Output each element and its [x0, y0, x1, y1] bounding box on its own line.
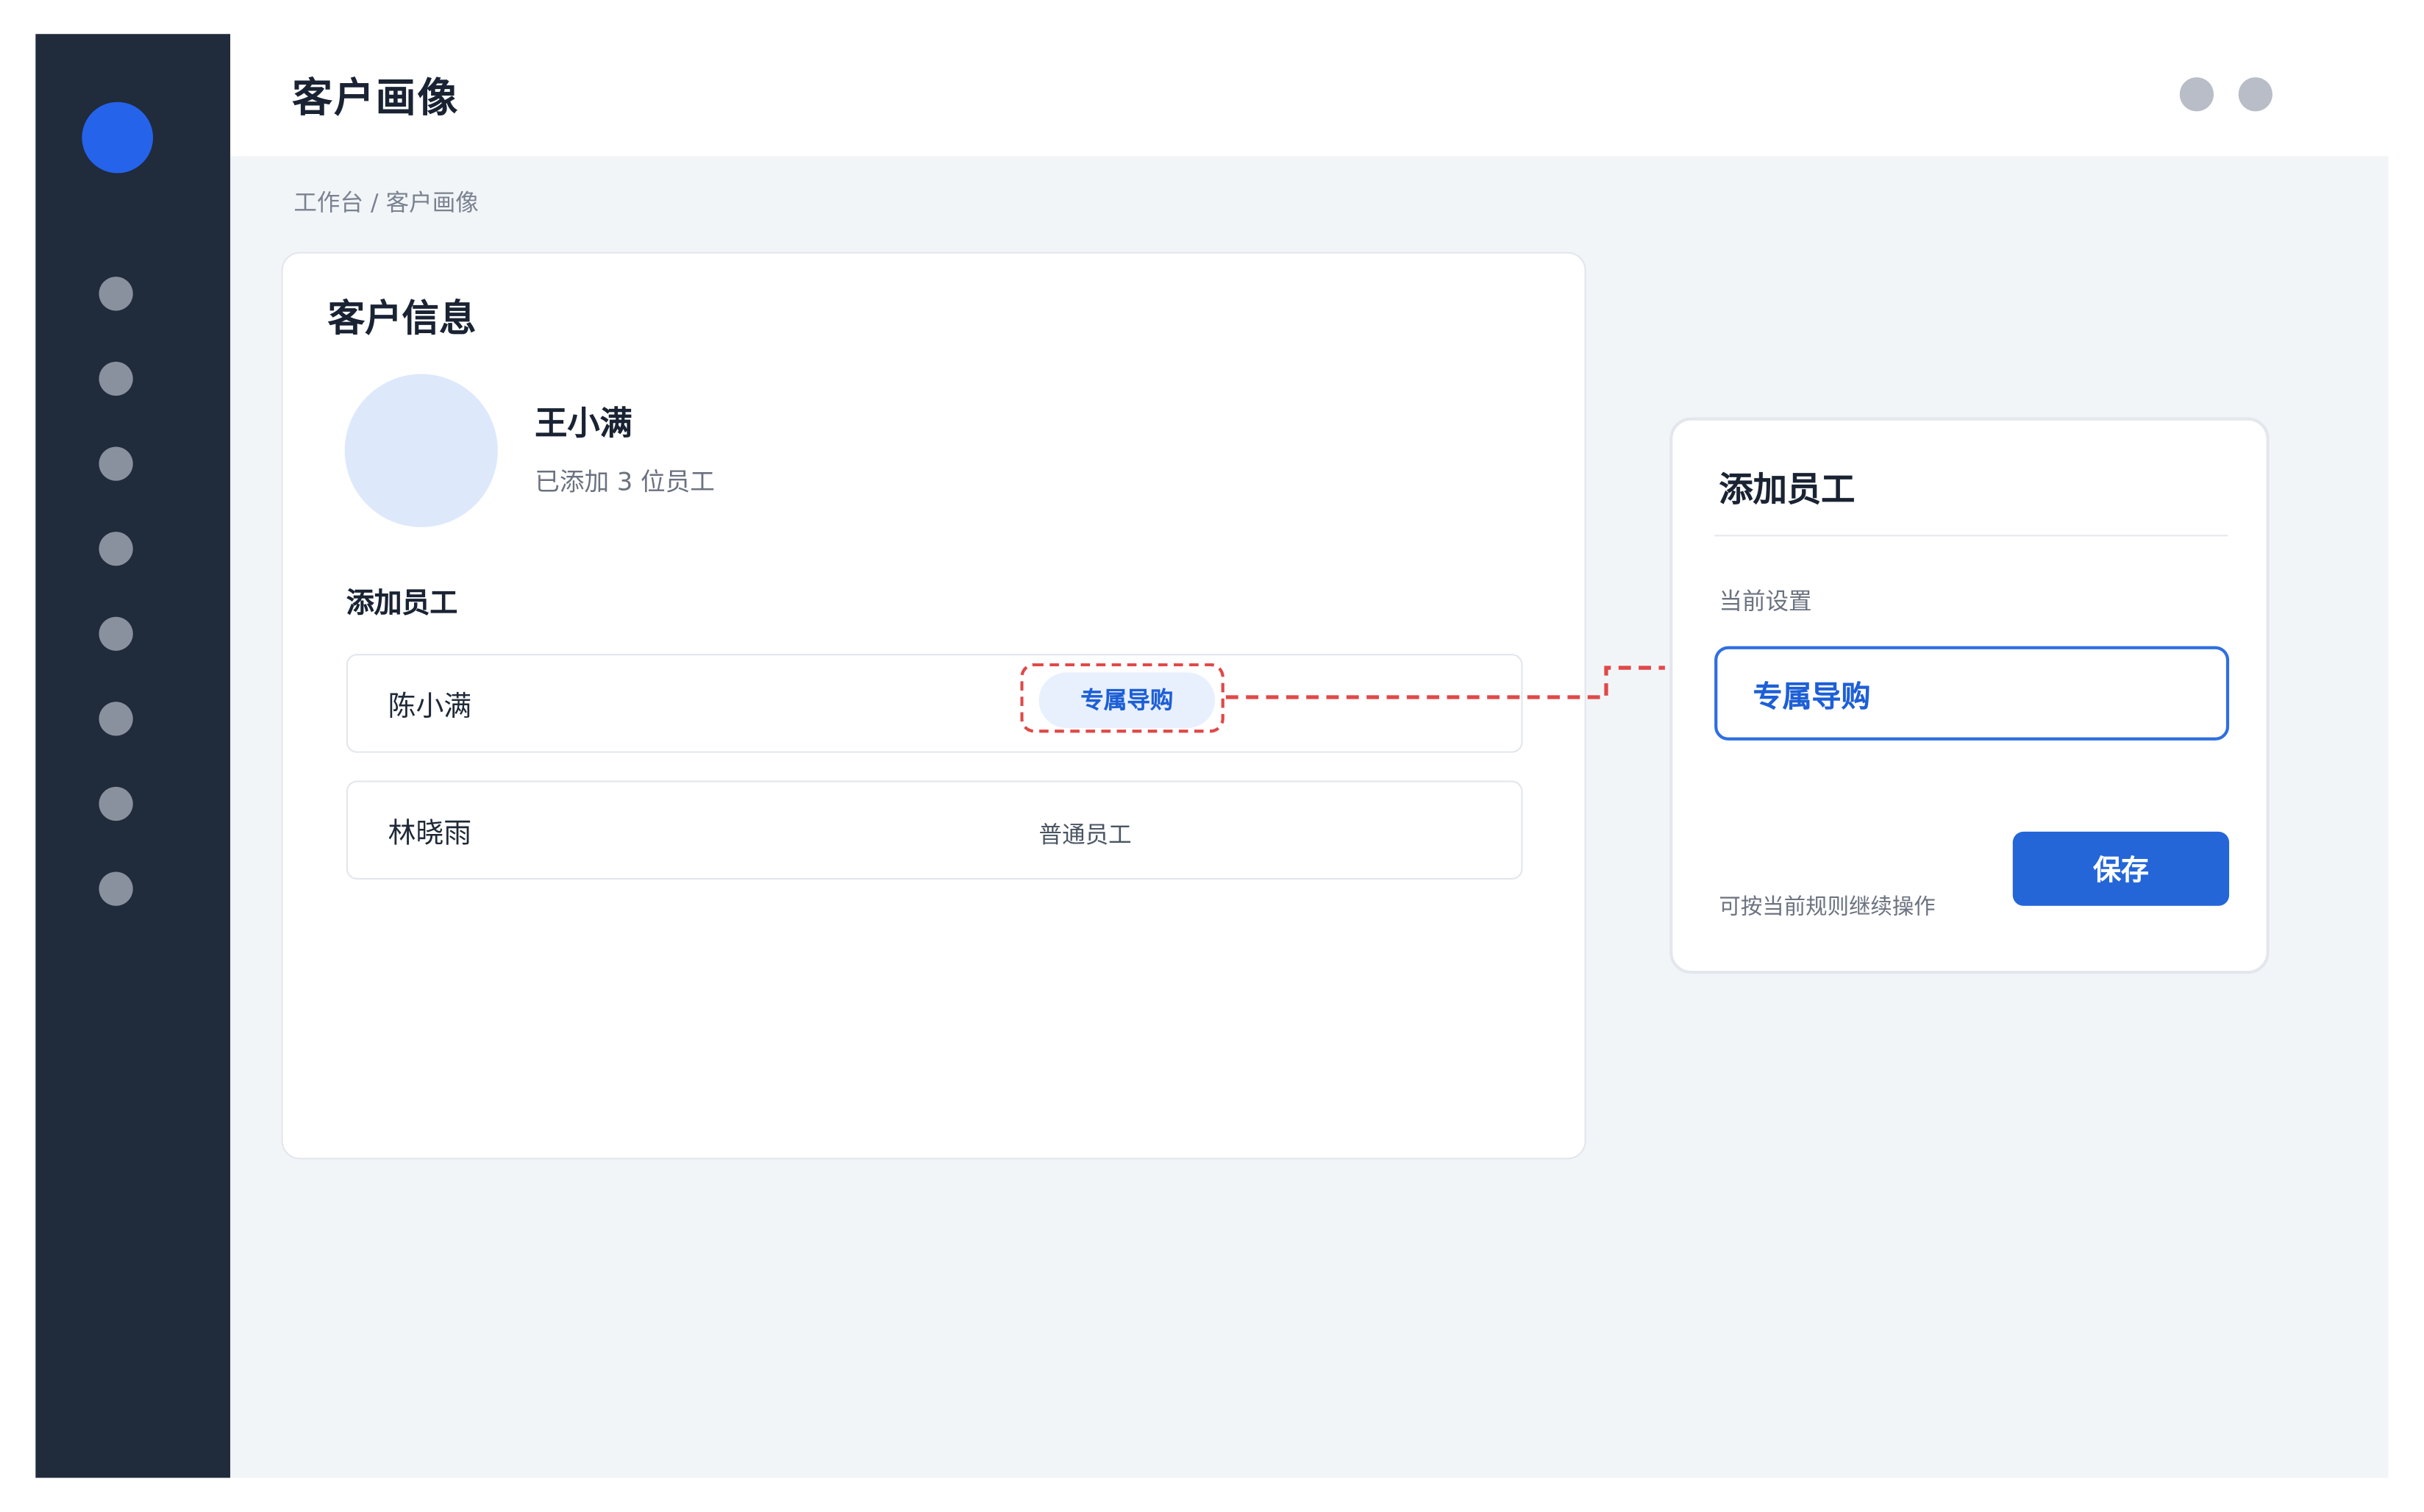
customer-employee-count: 已添加 3 位员工	[535, 466, 715, 496]
role-select-value: 专属导购	[1753, 680, 1871, 715]
add-employee-panel: 添加员工 当前设置 专属导购 可按当前规则继续操作 保存	[1669, 417, 2270, 974]
save-button[interactable]: 保存	[2012, 831, 2230, 906]
customer-info-card: 客户信息 王小满 已添加 3 位员工 添加员工 陈小满 专属导购 林晓雨 普通员…	[281, 252, 1586, 1160]
customer-name: 王小满	[535, 404, 632, 443]
section-title-add-employee: 添加员工	[346, 587, 458, 620]
sidebar-nav-icon-7[interactable]	[99, 786, 133, 821]
sidebar-nav-icon-2[interactable]	[99, 361, 133, 396]
customer-avatar	[344, 374, 498, 527]
card-title: 客户信息	[327, 296, 477, 340]
app-window: 客户画像 工作台 / 客户画像 客户信息 王小满 已添加 3 位员工 添加员工 …	[0, 0, 2424, 1512]
employee-name: 林晓雨	[388, 817, 472, 851]
role-select-field[interactable]: 专属导购	[1714, 646, 2230, 741]
sidebar-nav-icon-1[interactable]	[99, 277, 133, 311]
highlight-annotation-box	[1020, 663, 1225, 733]
user-avatar-icon[interactable]	[2238, 77, 2272, 112]
employee-role: 普通员工	[1038, 821, 1132, 849]
sidebar-nav-icon-3[interactable]	[99, 446, 133, 481]
top-bar: 客户画像	[230, 34, 2389, 157]
divider	[1714, 535, 2228, 537]
employee-name: 陈小满	[388, 691, 472, 724]
sidebar-nav-icon-4[interactable]	[99, 532, 133, 566]
hint-text: 可按当前规则继续操作	[1719, 895, 1936, 920]
logo-icon	[82, 101, 154, 174]
notification-icon[interactable]	[2179, 77, 2214, 112]
employee-row[interactable]: 陈小满 专属导购	[346, 654, 1523, 753]
page-title: 客户画像	[292, 75, 460, 123]
current-setting-label: 当前设置	[1719, 587, 1812, 616]
sidebar-nav-icon-5[interactable]	[99, 616, 133, 651]
employee-row[interactable]: 林晓雨 普通员工	[346, 780, 1523, 880]
breadcrumb: 工作台 / 客户画像	[293, 188, 479, 217]
sidebar	[35, 34, 231, 1478]
sidebar-nav-icon-6[interactable]	[99, 702, 133, 736]
panel-title: 添加员工	[1719, 471, 1856, 510]
sidebar-nav-icon-8[interactable]	[99, 871, 133, 906]
